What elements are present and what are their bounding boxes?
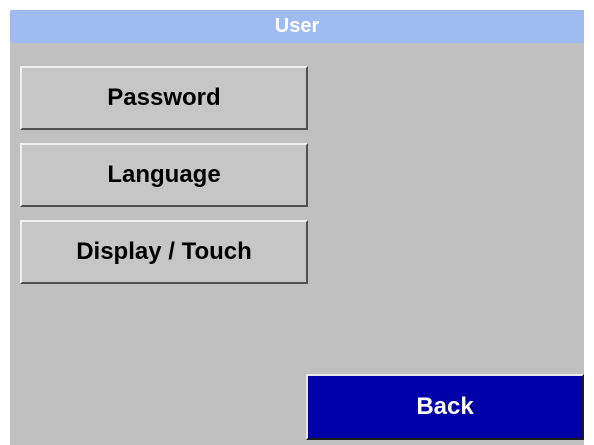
back-button[interactable]: Back: [306, 374, 584, 440]
password-button-label: Password: [107, 84, 221, 111]
page-title: User: [10, 10, 584, 43]
user-screen: User Password Language Display / Touch B…: [10, 10, 584, 445]
display-touch-button[interactable]: Display / Touch: [20, 220, 308, 284]
language-button-label: Language: [107, 161, 221, 188]
back-button-label: Back: [416, 393, 474, 420]
password-button[interactable]: Password: [20, 66, 308, 130]
display-touch-button-label: Display / Touch: [76, 238, 252, 265]
language-button[interactable]: Language: [20, 143, 308, 207]
